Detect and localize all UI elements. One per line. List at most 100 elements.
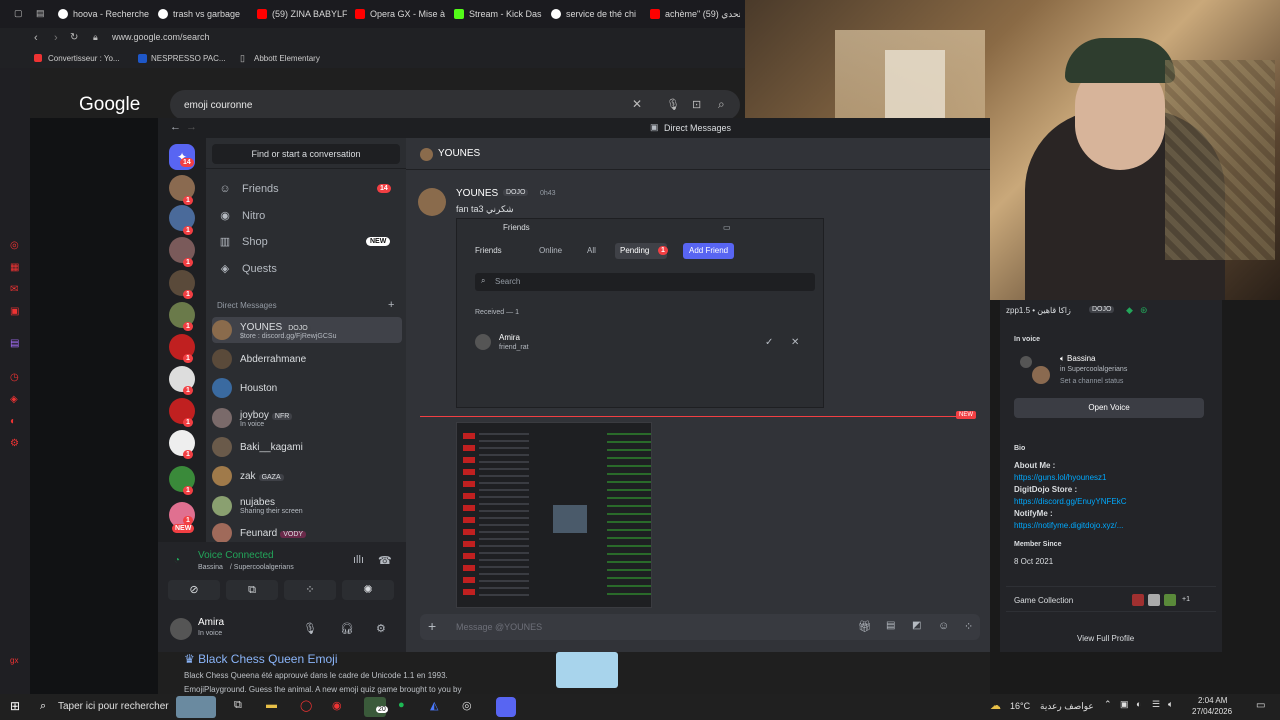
- sidebar-icon[interactable]: ◷: [10, 372, 19, 383]
- file-explorer-icon[interactable]: ▬: [266, 699, 277, 711]
- open-voice-button[interactable]: Open Voice: [1014, 398, 1204, 418]
- back-icon[interactable]: ‹: [34, 32, 38, 44]
- mic-icon[interactable]: 🎙︎: [303, 622, 317, 635]
- weather-text[interactable]: عواصف رعدية: [1040, 701, 1094, 712]
- avatar[interactable]: [170, 618, 192, 640]
- tab-friends[interactable]: Friends: [475, 246, 502, 255]
- message-author[interactable]: YOUNES: [456, 188, 498, 199]
- clock-date[interactable]: 27/04/2026: [1192, 707, 1232, 716]
- friends-search[interactable]: ⌕ Search: [475, 273, 815, 291]
- find-conversation-input[interactable]: Find or start a conversation: [212, 144, 400, 164]
- tray-icon[interactable]: ▣: [1120, 699, 1129, 710]
- start-icon[interactable]: ⊞: [10, 699, 20, 713]
- app-icon[interactable]: ◭: [430, 699, 438, 712]
- disconnect-icon[interactable]: ☎︎: [378, 554, 392, 567]
- settings-icon[interactable]: ⚙︎: [376, 622, 386, 635]
- clear-icon[interactable]: ✕: [632, 97, 642, 111]
- nav-quests[interactable]: ◈ Quests: [218, 258, 398, 280]
- activities-button[interactable]: ⁘: [284, 580, 336, 600]
- voice-channel[interactable]: 🔈︎ Bassina: [1060, 354, 1104, 364]
- sticker-icon[interactable]: ◩: [912, 620, 921, 631]
- mic-icon[interactable]: 🎙︎: [666, 98, 680, 111]
- voice-channel[interactable]: Bassina / Supercoolalgerians: [198, 564, 294, 571]
- lens-icon[interactable]: ⊡: [692, 98, 701, 111]
- about-link[interactable]: https://guns.lol/hyounesz1: [1014, 473, 1107, 482]
- result-title[interactable]: ♛ Black Chess Queen Emoji: [184, 652, 338, 666]
- add-friend-button[interactable]: Add Friend: [683, 243, 735, 259]
- attach-icon[interactable]: +: [428, 618, 436, 634]
- noise-suppression-icon[interactable]: ıllı: [353, 554, 364, 566]
- chrome-icon[interactable]: ◎: [462, 699, 472, 712]
- clock-time[interactable]: 2:04 AM: [1198, 696, 1227, 705]
- nav-nitro[interactable]: ◉ Nitro: [218, 205, 398, 227]
- twitch-icon[interactable]: ▤: [10, 338, 19, 349]
- browser-tab[interactable]: (59) ZINA BABYLF: [257, 4, 347, 24]
- task-view-icon[interactable]: ⧉: [234, 699, 242, 712]
- url-field[interactable]: www.google.com/search: [112, 32, 210, 42]
- search-icon[interactable]: ⌕: [718, 97, 725, 112]
- dm-item[interactable]: nujabes Sharing their screen: [212, 493, 402, 519]
- headphones-icon[interactable]: 🎧︎: [340, 622, 354, 635]
- dm-item[interactable]: joyboy NFR In voice: [212, 405, 402, 431]
- tab-menu-icon[interactable]: ▤: [36, 8, 45, 19]
- dm-item[interactable]: YOUNES DOJO $tore : discord.gg/FjRewjGCSu: [212, 317, 402, 343]
- back-icon[interactable]: ←: [170, 121, 181, 133]
- gif-icon[interactable]: ▤: [886, 620, 895, 631]
- discord-icon[interactable]: [496, 697, 516, 717]
- browser-tab[interactable]: service de thé chi: [551, 4, 641, 24]
- temperature[interactable]: 16°C: [1010, 701, 1030, 711]
- user-name[interactable]: Amira: [198, 617, 224, 628]
- screen-share-button[interactable]: ⧉: [226, 580, 278, 600]
- dm-item[interactable]: zak GAZA: [212, 463, 402, 489]
- notify-link[interactable]: https://notifyme.digitdojo.xyz/...: [1014, 521, 1123, 530]
- tab-pending[interactable]: Pending: [620, 246, 649, 255]
- game-collection[interactable]: Game Collection +1: [1006, 586, 1216, 612]
- forward-icon[interactable]: →: [186, 121, 197, 133]
- store-link[interactable]: https://discord.gg/EnuyYNFEkC: [1014, 497, 1127, 506]
- reload-icon[interactable]: ↻: [70, 32, 78, 43]
- image-attachment[interactable]: [456, 422, 652, 608]
- set-status[interactable]: Set a channel status: [1060, 378, 1123, 385]
- sidebar-icon[interactable]: ▣: [10, 306, 19, 317]
- settings-icon[interactable]: ⚙︎: [10, 438, 19, 449]
- sidebar-icon[interactable]: ✉︎: [10, 284, 18, 295]
- dm-item[interactable]: Abderrahmane: [212, 346, 402, 372]
- tray-icon[interactable]: ◐: [1136, 699, 1141, 709]
- notification-icon[interactable]: ▭: [1256, 700, 1265, 711]
- sidebar-icon[interactable]: ◐: [10, 416, 16, 427]
- opera-gx-icon[interactable]: ◉: [332, 699, 342, 712]
- apps-icon[interactable]: ⁘: [964, 620, 973, 633]
- browser-tab[interactable]: ‏achème" تحدي (59): [650, 4, 740, 24]
- bookmark-item[interactable]: Abbott Elementary: [254, 54, 320, 63]
- tray-chevron-icon[interactable]: ⌃: [1104, 699, 1112, 710]
- avatar[interactable]: [418, 188, 446, 216]
- dm-item[interactable]: Feunard VODY: [212, 523, 402, 543]
- browser-tab[interactable]: Stream - Kick Das: [454, 4, 544, 24]
- dm-item[interactable]: Houston: [212, 375, 402, 401]
- spotify-icon[interactable]: ●: [398, 699, 405, 711]
- message-input[interactable]: Message @YOUNES: [456, 622, 542, 632]
- taskbar-widget[interactable]: [176, 696, 216, 718]
- bookmark-item[interactable]: Convertisseur : Yo...: [48, 54, 120, 63]
- forward-icon[interactable]: ›: [54, 32, 58, 44]
- gift-icon[interactable]: 🎁︎: [858, 620, 872, 633]
- voice-connected-label[interactable]: Voice Connected: [198, 550, 274, 561]
- tab-list-icon[interactable]: ▢: [14, 8, 23, 19]
- result-image[interactable]: [556, 652, 618, 688]
- google-search-box[interactable]: emoji couronne ✕ 🎙︎ ⊡ ⌕: [170, 90, 740, 120]
- browser-tab[interactable]: trash vs garbage: [158, 4, 250, 24]
- search-input[interactable]: emoji couronne: [184, 100, 252, 111]
- nav-friends[interactable]: ☺︎ Friends: [218, 178, 398, 200]
- emoji-icon[interactable]: ☺︎: [938, 620, 949, 632]
- volume-icon[interactable]: 🔈︎: [1168, 699, 1173, 710]
- tab-online[interactable]: Online: [539, 246, 562, 255]
- dm-item[interactable]: Baki__kagami: [212, 434, 402, 460]
- sidebar-icon[interactable]: ▦: [10, 262, 19, 273]
- browser-tab[interactable]: Opera GX - Mise à: [355, 4, 445, 24]
- add-dm-icon[interactable]: +: [388, 299, 394, 311]
- decline-icon[interactable]: ✕: [791, 337, 799, 348]
- sidebar-icon[interactable]: ◈: [10, 394, 18, 405]
- taskbar-search[interactable]: Taper ici pour rechercher: [58, 701, 169, 712]
- network-icon[interactable]: ☰: [1152, 699, 1160, 710]
- message-box[interactable]: + Message @YOUNES 🎁︎ ▤ ◩ ☺︎ ⁘: [420, 614, 980, 640]
